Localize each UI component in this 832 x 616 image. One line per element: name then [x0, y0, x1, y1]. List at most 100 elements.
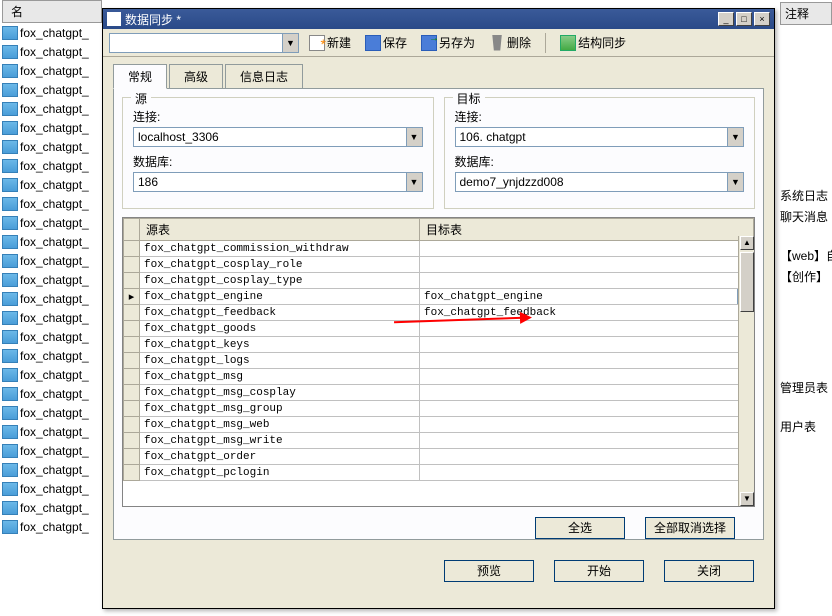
- bg-table-item[interactable]: fox_chatgpt_: [2, 232, 102, 251]
- start-button[interactable]: 开始: [554, 560, 644, 582]
- table-row[interactable]: fox_chatgpt_cosplay_type: [124, 273, 754, 289]
- bg-table-item[interactable]: fox_chatgpt_: [2, 517, 102, 536]
- bg-table-item[interactable]: fox_chatgpt_: [2, 346, 102, 365]
- bg-table-item[interactable]: fox_chatgpt_: [2, 498, 102, 517]
- select-all-button[interactable]: 全选: [535, 517, 625, 539]
- scroll-down-icon[interactable]: ▼: [740, 492, 754, 506]
- minimize-button[interactable]: _: [718, 12, 734, 26]
- bg-table-item[interactable]: fox_chatgpt_: [2, 61, 102, 80]
- target-cell[interactable]: [420, 241, 754, 257]
- source-cell[interactable]: fox_chatgpt_cosplay_role: [140, 257, 420, 273]
- target-cell[interactable]: [420, 257, 754, 273]
- target-conn-combo[interactable]: 106. chatgpt▼: [455, 127, 745, 147]
- target-cell[interactable]: [420, 353, 754, 369]
- target-cell[interactable]: [420, 273, 754, 289]
- bg-table-item[interactable]: fox_chatgpt_: [2, 251, 102, 270]
- struct-sync-button[interactable]: 结构同步: [556, 32, 630, 53]
- table-row[interactable]: fox_chatgpt_commission_withdraw: [124, 241, 754, 257]
- saveas-button[interactable]: 另存为: [417, 32, 479, 53]
- table-row[interactable]: fox_chatgpt_keys: [124, 337, 754, 353]
- source-conn-combo[interactable]: localhost_3306▼: [133, 127, 423, 147]
- bg-table-item[interactable]: fox_chatgpt_: [2, 479, 102, 498]
- target-db-combo[interactable]: demo7_ynjdzzd008▼: [455, 172, 745, 192]
- table-row[interactable]: fox_chatgpt_msg_write: [124, 433, 754, 449]
- bg-table-item[interactable]: fox_chatgpt_: [2, 422, 102, 441]
- table-row[interactable]: fox_chatgpt_goods: [124, 321, 754, 337]
- delete-button[interactable]: 删除: [485, 32, 535, 53]
- bg-table-item[interactable]: fox_chatgpt_: [2, 156, 102, 175]
- source-cell[interactable]: fox_chatgpt_goods: [140, 321, 420, 337]
- bg-table-item[interactable]: fox_chatgpt_: [2, 23, 102, 42]
- table-row[interactable]: fox_chatgpt_msg_web: [124, 417, 754, 433]
- source-db-combo[interactable]: 186▼: [133, 172, 423, 192]
- bg-table-item[interactable]: fox_chatgpt_: [2, 365, 102, 384]
- table-row[interactable]: ▸fox_chatgpt_enginefox_chatgpt_engine▼: [124, 289, 754, 305]
- bg-table-item[interactable]: fox_chatgpt_: [2, 308, 102, 327]
- target-cell[interactable]: [420, 433, 754, 449]
- source-cell[interactable]: fox_chatgpt_keys: [140, 337, 420, 353]
- bg-table-item[interactable]: fox_chatgpt_: [2, 80, 102, 99]
- source-cell[interactable]: fox_chatgpt_order: [140, 449, 420, 465]
- titlebar[interactable]: 数据同步 * _ □ ×: [103, 9, 774, 29]
- maximize-button[interactable]: □: [736, 12, 752, 26]
- source-cell[interactable]: fox_chatgpt_msg_write: [140, 433, 420, 449]
- source-cell[interactable]: fox_chatgpt_msg: [140, 369, 420, 385]
- source-cell[interactable]: fox_chatgpt_msg_cosplay: [140, 385, 420, 401]
- source-cell[interactable]: fox_chatgpt_logs: [140, 353, 420, 369]
- preview-button[interactable]: 预览: [444, 560, 534, 582]
- table-row[interactable]: fox_chatgpt_feedbackfox_chatgpt_feedback: [124, 305, 754, 321]
- bg-table-item[interactable]: fox_chatgpt_: [2, 327, 102, 346]
- target-cell[interactable]: [420, 321, 754, 337]
- source-cell[interactable]: fox_chatgpt_msg_group: [140, 401, 420, 417]
- profile-combo[interactable]: ▼: [109, 33, 299, 53]
- bg-table-item[interactable]: fox_chatgpt_: [2, 175, 102, 194]
- source-cell[interactable]: fox_chatgpt_cosplay_type: [140, 273, 420, 289]
- bg-table-item[interactable]: fox_chatgpt_: [2, 42, 102, 61]
- target-cell[interactable]: fox_chatgpt_engine▼: [420, 289, 754, 305]
- tab-general[interactable]: 常规: [113, 64, 167, 89]
- close-button[interactable]: ×: [754, 12, 770, 26]
- source-col-header[interactable]: 源表: [140, 219, 420, 241]
- bg-table-item[interactable]: fox_chatgpt_: [2, 289, 102, 308]
- target-cell[interactable]: [420, 449, 754, 465]
- table-row[interactable]: fox_chatgpt_logs: [124, 353, 754, 369]
- bg-table-item[interactable]: fox_chatgpt_: [2, 460, 102, 479]
- bg-table-item[interactable]: fox_chatgpt_: [2, 194, 102, 213]
- bg-table-item[interactable]: fox_chatgpt_: [2, 118, 102, 137]
- scroll-up-icon[interactable]: ▲: [740, 236, 754, 250]
- table-row[interactable]: fox_chatgpt_msg_group: [124, 401, 754, 417]
- table-row[interactable]: fox_chatgpt_order: [124, 449, 754, 465]
- target-cell[interactable]: [420, 417, 754, 433]
- scroll-thumb[interactable]: [740, 252, 754, 312]
- source-cell[interactable]: fox_chatgpt_pclogin: [140, 465, 420, 481]
- bg-table-item[interactable]: fox_chatgpt_: [2, 270, 102, 289]
- table-row[interactable]: fox_chatgpt_cosplay_role: [124, 257, 754, 273]
- tab-log[interactable]: 信息日志: [225, 64, 303, 89]
- target-cell[interactable]: [420, 337, 754, 353]
- bg-table-item[interactable]: fox_chatgpt_: [2, 137, 102, 156]
- source-cell[interactable]: fox_chatgpt_commission_withdraw: [140, 241, 420, 257]
- target-cell[interactable]: fox_chatgpt_feedback: [420, 305, 754, 321]
- table-row[interactable]: fox_chatgpt_msg: [124, 369, 754, 385]
- bg-table-item[interactable]: fox_chatgpt_: [2, 441, 102, 460]
- bg-table-item[interactable]: fox_chatgpt_: [2, 403, 102, 422]
- save-button[interactable]: 保存: [361, 32, 411, 53]
- target-cell[interactable]: [420, 401, 754, 417]
- source-cell[interactable]: fox_chatgpt_msg_web: [140, 417, 420, 433]
- source-cell[interactable]: fox_chatgpt_engine: [140, 289, 420, 305]
- target-cell[interactable]: [420, 369, 754, 385]
- target-cell[interactable]: [420, 385, 754, 401]
- tab-advanced[interactable]: 高级: [169, 64, 223, 89]
- new-button[interactable]: 新建: [305, 32, 355, 53]
- table-row[interactable]: fox_chatgpt_pclogin: [124, 465, 754, 481]
- bg-table-item[interactable]: fox_chatgpt_: [2, 384, 102, 403]
- bg-table-item[interactable]: fox_chatgpt_: [2, 99, 102, 118]
- source-cell[interactable]: fox_chatgpt_feedback: [140, 305, 420, 321]
- deselect-all-button[interactable]: 全部取消选择: [645, 517, 735, 539]
- close-dialog-button[interactable]: 关闭: [664, 560, 754, 582]
- bg-table-item[interactable]: fox_chatgpt_: [2, 213, 102, 232]
- vertical-scrollbar[interactable]: ▲ ▼: [738, 236, 754, 506]
- table-row[interactable]: fox_chatgpt_msg_cosplay: [124, 385, 754, 401]
- target-col-header[interactable]: 目标表: [420, 219, 754, 241]
- target-cell[interactable]: [420, 465, 754, 481]
